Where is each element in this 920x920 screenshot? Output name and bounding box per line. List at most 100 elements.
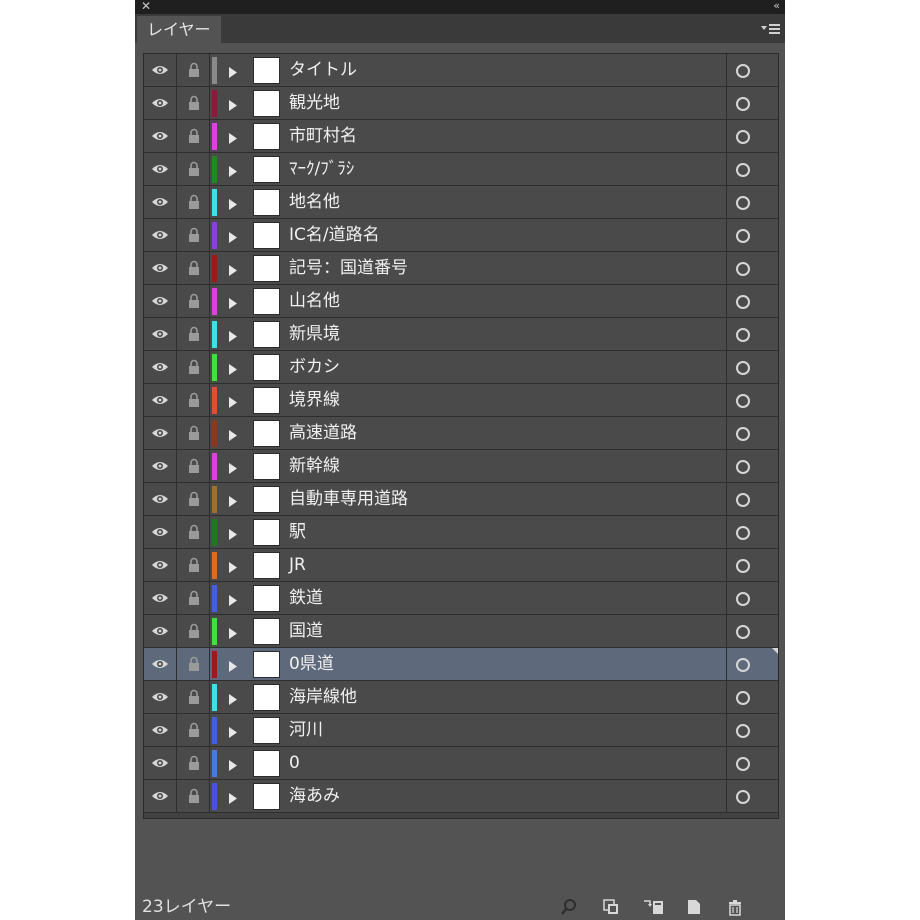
- delete-layer-icon[interactable]: [726, 898, 744, 916]
- layer-name[interactable]: 観光地: [289, 87, 719, 119]
- expand-arrow-icon[interactable]: [228, 229, 242, 243]
- layer-name[interactable]: 国道: [289, 615, 719, 647]
- locate-object-icon[interactable]: [560, 898, 578, 916]
- lock-toggle[interactable]: [177, 681, 210, 713]
- visibility-toggle[interactable]: [144, 780, 177, 812]
- visibility-toggle[interactable]: [144, 714, 177, 746]
- visibility-toggle[interactable]: [144, 483, 177, 515]
- expand-arrow-icon[interactable]: [228, 559, 242, 573]
- lock-toggle[interactable]: [177, 780, 210, 812]
- lock-toggle[interactable]: [177, 384, 210, 416]
- expand-arrow-icon[interactable]: [228, 163, 242, 177]
- layer-target[interactable]: [726, 285, 778, 317]
- visibility-toggle[interactable]: [144, 54, 177, 86]
- layer-name[interactable]: 記号：国道番号: [289, 252, 719, 284]
- lock-toggle[interactable]: [177, 549, 210, 581]
- layer-row[interactable]: 0: [144, 747, 778, 780]
- expand-arrow-icon[interactable]: [228, 493, 242, 507]
- layer-name[interactable]: 新幹線: [289, 450, 719, 482]
- layer-name[interactable]: 海あみ: [289, 780, 719, 812]
- layer-row[interactable]: IC名/道路名: [144, 219, 778, 252]
- layer-row[interactable]: 海あみ: [144, 780, 778, 813]
- visibility-toggle[interactable]: [144, 318, 177, 350]
- layer-target[interactable]: [726, 450, 778, 482]
- layer-target[interactable]: [726, 582, 778, 614]
- visibility-toggle[interactable]: [144, 87, 177, 119]
- layer-target[interactable]: [726, 747, 778, 779]
- expand-arrow-icon[interactable]: [228, 658, 242, 672]
- layer-row[interactable]: 地名他: [144, 186, 778, 219]
- layer-name[interactable]: JR: [289, 549, 719, 581]
- layer-name[interactable]: 市町村名: [289, 120, 719, 152]
- lock-toggle[interactable]: [177, 417, 210, 449]
- lock-toggle[interactable]: [177, 285, 210, 317]
- layer-row[interactable]: 新県境: [144, 318, 778, 351]
- lock-toggle[interactable]: [177, 582, 210, 614]
- layer-name[interactable]: 0: [289, 747, 719, 779]
- expand-arrow-icon[interactable]: [228, 328, 242, 342]
- expand-arrow-icon[interactable]: [228, 592, 242, 606]
- lock-toggle[interactable]: [177, 120, 210, 152]
- expand-arrow-icon[interactable]: [228, 757, 242, 771]
- layer-row[interactable]: 海岸線他: [144, 681, 778, 714]
- lock-toggle[interactable]: [177, 714, 210, 746]
- tab-layers[interactable]: レイヤー: [137, 16, 221, 43]
- layer-target[interactable]: [726, 54, 778, 86]
- lock-toggle[interactable]: [177, 186, 210, 218]
- lock-toggle[interactable]: [177, 747, 210, 779]
- layer-row[interactable]: JR: [144, 549, 778, 582]
- lock-toggle[interactable]: [177, 87, 210, 119]
- layer-row[interactable]: 記号：国道番号: [144, 252, 778, 285]
- layer-row[interactable]: 河川: [144, 714, 778, 747]
- layer-row[interactable]: 鉄道: [144, 582, 778, 615]
- layer-name[interactable]: 高速道路: [289, 417, 719, 449]
- expand-arrow-icon[interactable]: [228, 394, 242, 408]
- layer-row[interactable]: 山名他: [144, 285, 778, 318]
- layer-name[interactable]: 自動車専用道路: [289, 483, 719, 515]
- layer-name[interactable]: タイトル: [289, 54, 719, 86]
- layer-target[interactable]: [726, 417, 778, 449]
- create-sublayer-icon[interactable]: [643, 898, 663, 916]
- visibility-toggle[interactable]: [144, 186, 177, 218]
- visibility-toggle[interactable]: [144, 219, 177, 251]
- layer-name[interactable]: 境界線: [289, 384, 719, 416]
- visibility-toggle[interactable]: [144, 747, 177, 779]
- layer-target[interactable]: [726, 549, 778, 581]
- expand-arrow-icon[interactable]: [228, 361, 242, 375]
- layer-name[interactable]: IC名/道路名: [289, 219, 719, 251]
- visibility-toggle[interactable]: [144, 384, 177, 416]
- visibility-toggle[interactable]: [144, 648, 177, 680]
- expand-arrow-icon[interactable]: [228, 64, 242, 78]
- panel-menu-icon[interactable]: [759, 21, 781, 37]
- layer-target[interactable]: [726, 351, 778, 383]
- visibility-toggle[interactable]: [144, 549, 177, 581]
- expand-arrow-icon[interactable]: [228, 526, 242, 540]
- layer-row[interactable]: 市町村名: [144, 120, 778, 153]
- layer-row[interactable]: タイトル: [144, 54, 778, 87]
- visibility-toggle[interactable]: [144, 681, 177, 713]
- lock-toggle[interactable]: [177, 219, 210, 251]
- layer-target[interactable]: [726, 615, 778, 647]
- layer-target[interactable]: [726, 648, 778, 680]
- layer-row[interactable]: 新幹線: [144, 450, 778, 483]
- layer-target[interactable]: [726, 120, 778, 152]
- lock-toggle[interactable]: [177, 615, 210, 647]
- layer-target[interactable]: [726, 87, 778, 119]
- layer-name[interactable]: 新県境: [289, 318, 719, 350]
- layer-row[interactable]: 観光地: [144, 87, 778, 120]
- lock-toggle[interactable]: [177, 516, 210, 548]
- layer-name[interactable]: 山名他: [289, 285, 719, 317]
- layer-target[interactable]: [726, 681, 778, 713]
- layer-target[interactable]: [726, 516, 778, 548]
- layer-row[interactable]: 0県道: [144, 648, 778, 681]
- layer-name[interactable]: ﾏｰｸ/ﾌﾞﾗｼ: [289, 153, 719, 185]
- expand-arrow-icon[interactable]: [228, 196, 242, 210]
- expand-arrow-icon[interactable]: [228, 460, 242, 474]
- layer-row[interactable]: ﾏｰｸ/ﾌﾞﾗｼ: [144, 153, 778, 186]
- visibility-toggle[interactable]: [144, 351, 177, 383]
- layer-name[interactable]: 海岸線他: [289, 681, 719, 713]
- make-clipping-mask-icon[interactable]: [602, 898, 620, 916]
- lock-toggle[interactable]: [177, 648, 210, 680]
- layer-target[interactable]: [726, 219, 778, 251]
- layer-target[interactable]: [726, 780, 778, 812]
